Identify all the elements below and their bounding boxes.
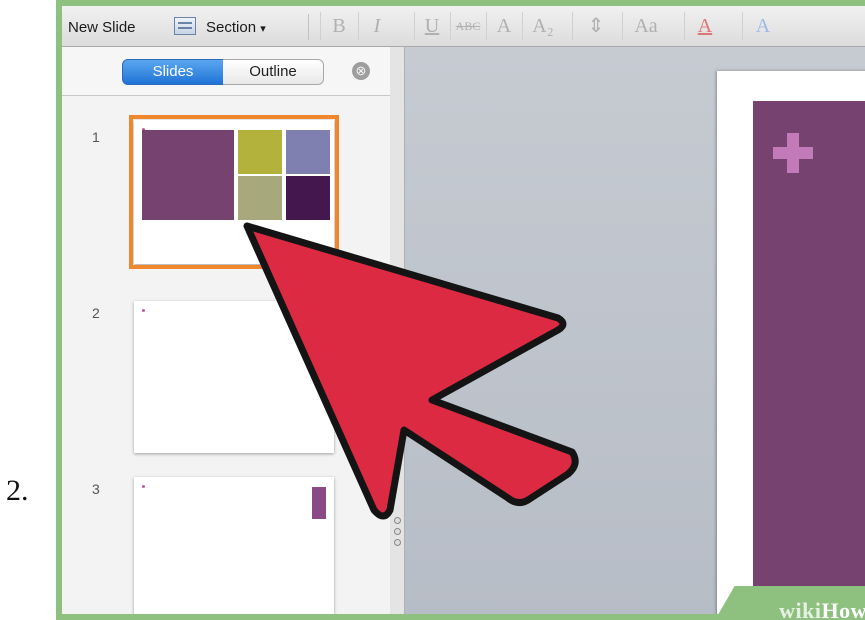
strikethrough-button[interactable]: ABC [450,12,485,40]
wikihow-watermark: wikiHow [779,598,865,620]
splitter-grip-dot [394,539,401,546]
plus-marker-icon [142,309,145,312]
plus-icon [773,147,813,159]
section-label: Section [206,19,257,36]
change-case-button[interactable]: Aa [622,12,669,40]
plus-marker-icon [142,485,145,488]
slide-background-block [753,101,865,614]
italic-button[interactable]: I [358,12,395,40]
screenshot-frame: New Slide Section ▾ B I U ABC A A₂ ⇕ Aa … [56,0,865,620]
subscript-button[interactable]: A₂ [522,12,563,40]
thumbnail-color-block [286,176,330,220]
close-icon[interactable]: ⊗ [352,62,370,80]
slide-thumbnail-1[interactable] [129,115,339,269]
slides-sidebar: Slides Outline ⊗ 1 2 3 [62,47,391,614]
watermark-part: How [821,598,865,620]
thumbnail-number: 3 [92,481,100,497]
toolbar-divider [308,14,309,40]
tab-outline[interactable]: Outline [223,59,324,85]
tab-slides[interactable]: Slides [122,59,224,85]
thumbnail-color-block [238,130,282,174]
slide-editing-canvas [405,47,865,614]
section-icon [174,17,196,35]
new-slide-button[interactable]: New Slide [68,19,136,36]
bold-button[interactable]: B [320,12,357,40]
thumbnail-color-block [142,130,234,220]
ribbon-toolbar: New Slide Section ▾ B I U ABC A A₂ ⇕ Aa … [62,6,865,47]
section-button[interactable]: Section ▾ [206,19,266,36]
splitter-grip-dot [394,528,401,535]
thumbnail-color-block [286,130,330,174]
underline-button[interactable]: U [414,12,449,40]
chevron-down-icon: ▾ [260,23,266,35]
superscript-button[interactable]: A [486,12,521,40]
thumbnail-color-block [312,487,326,519]
character-spacing-button[interactable]: ⇕ [572,12,619,40]
slide-thumbnail-3[interactable] [134,477,334,614]
thumbnail-number: 1 [92,129,100,145]
thumbnail-color-block [238,176,282,220]
watermark-part: wiki [779,598,822,620]
presentation-app-window: New Slide Section ▾ B I U ABC A A₂ ⇕ Aa … [62,6,865,614]
font-color-button[interactable]: A [684,12,725,40]
step-number: 2. [6,474,29,507]
pane-splitter[interactable] [390,47,405,614]
slide-thumbnail-2[interactable] [134,301,334,453]
text-effects-button[interactable]: A [742,12,783,40]
splitter-grip-dot [394,517,401,524]
sidebar-header: Slides Outline ⊗ [62,47,390,96]
current-slide[interactable] [717,71,865,614]
thumbnail-number: 2 [92,305,100,321]
